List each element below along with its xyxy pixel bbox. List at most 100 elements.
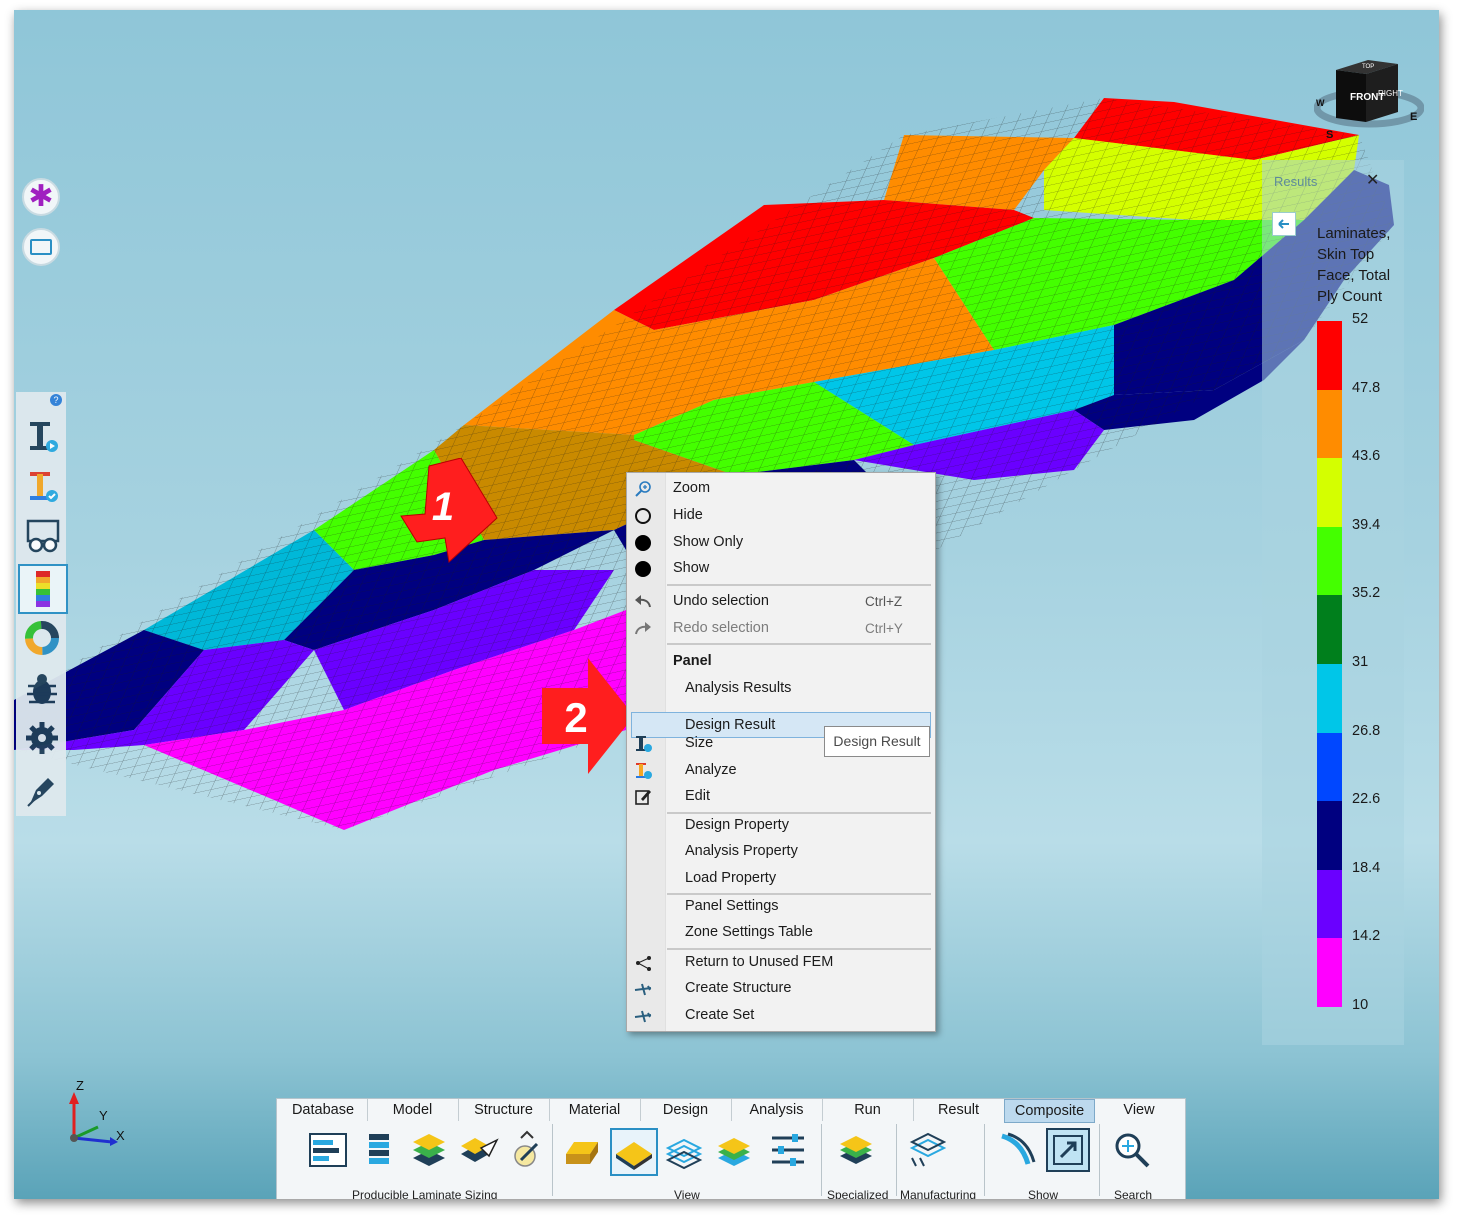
manufacturing-layers-icon[interactable] bbox=[904, 1128, 948, 1172]
legend-color-swatch bbox=[1317, 458, 1342, 527]
legend-color-swatch bbox=[1317, 595, 1342, 664]
menu-item-return-to-unused-fem[interactable]: Return to Unused FEM bbox=[627, 950, 935, 976]
analyze-tool-icon[interactable] bbox=[22, 466, 62, 506]
axis-y-label: Y bbox=[99, 1108, 108, 1123]
sliders-icon[interactable] bbox=[766, 1128, 810, 1172]
group-view: View bbox=[674, 1188, 700, 1199]
menu-item-undo-selection[interactable]: Undo selection Ctrl+Z bbox=[627, 589, 935, 615]
tab-analysis[interactable]: Analysis bbox=[731, 1099, 823, 1121]
settings-gear-icon[interactable] bbox=[22, 718, 62, 758]
group-producible-laminate-sizing: Producible Laminate Sizing bbox=[352, 1188, 498, 1199]
legend-title: Laminates, Skin Top Face, Total Ply Coun… bbox=[1317, 225, 1391, 305]
legend-color-swatch bbox=[1317, 526, 1342, 596]
layers-outline-icon[interactable] bbox=[662, 1128, 706, 1172]
menu-item-redo-selection[interactable]: Redo selection Ctrl+Y bbox=[627, 616, 935, 642]
tab-run[interactable]: Run bbox=[822, 1099, 914, 1121]
hide-circle-icon bbox=[633, 506, 653, 526]
layers-color-icon[interactable] bbox=[712, 1128, 756, 1172]
axis-triad bbox=[69, 1092, 118, 1146]
size-tool-icon bbox=[633, 734, 653, 754]
legend-level-label: 10 bbox=[1352, 997, 1369, 1013]
tab-model[interactable]: Model bbox=[367, 1099, 459, 1121]
menu-item-analysis-property[interactable]: Analysis Property bbox=[627, 839, 935, 865]
contour-legend-icon[interactable] bbox=[18, 564, 68, 614]
menu-item-load-property[interactable]: Load Property bbox=[627, 866, 935, 892]
layers-plane-icon[interactable] bbox=[457, 1128, 501, 1172]
menu-section-panel: Panel bbox=[673, 653, 712, 669]
ply-stack-icon[interactable] bbox=[357, 1128, 401, 1172]
size-tool-icon[interactable] bbox=[22, 416, 62, 456]
menu-item-hide[interactable]: Hide bbox=[627, 503, 935, 529]
legend-level-label: 22.6 bbox=[1352, 791, 1381, 808]
results-panel-title: Results bbox=[1274, 174, 1318, 189]
svg-text:1: 1 bbox=[432, 485, 454, 529]
view-cube[interactable]: FRONT RIGHT TOP S E W bbox=[1313, 52, 1425, 142]
group-show: Show bbox=[1028, 1188, 1059, 1199]
legend-level-label: 26.8 bbox=[1352, 722, 1381, 739]
axis-z-label: Z bbox=[76, 1078, 84, 1093]
legend-color-swatch bbox=[1317, 732, 1342, 802]
legend-level-label: 39.4 bbox=[1352, 516, 1381, 533]
menu-item-create-structure[interactable]: Create Structure bbox=[627, 976, 935, 1002]
menu-item-design-property[interactable]: Design Property bbox=[627, 813, 935, 839]
pen-edit-icon[interactable] bbox=[22, 770, 62, 810]
svg-text:E: E bbox=[1410, 111, 1417, 123]
menu-item-zoom[interactable]: Zoom bbox=[627, 476, 935, 502]
group-specialized: Specialized bbox=[827, 1188, 889, 1199]
menu-item-panel-settings[interactable]: Panel Settings bbox=[627, 894, 935, 920]
tab-structure[interactable]: Structure bbox=[458, 1099, 550, 1121]
redo-icon bbox=[633, 619, 653, 639]
help-icon[interactable]: ? bbox=[50, 394, 62, 406]
tab-design[interactable]: Design bbox=[640, 1099, 732, 1121]
menu-item-zone-settings-table[interactable]: Zone Settings Table bbox=[627, 920, 935, 946]
undo-icon bbox=[633, 592, 653, 612]
tab-material[interactable]: Material bbox=[549, 1099, 641, 1121]
legend-color-bar bbox=[1317, 321, 1342, 1007]
application-window: Z Y X 1 2 FRONT RIGHT TOP S E W ✱ ? Resu… bbox=[14, 10, 1439, 1199]
tab-view[interactable]: View bbox=[1095, 1099, 1183, 1121]
legend-color-swatch bbox=[1317, 389, 1342, 459]
select-all-asterisk-icon[interactable]: ✱ bbox=[22, 178, 60, 216]
reader-glasses-icon[interactable] bbox=[22, 516, 62, 556]
ply-curve-icon[interactable] bbox=[994, 1128, 1038, 1172]
legend-color-swatch bbox=[1317, 938, 1342, 1007]
callout-arrow-2: 2 bbox=[542, 658, 634, 774]
legend-color-swatch bbox=[1317, 801, 1342, 870]
left-toolbar: ? bbox=[16, 392, 68, 816]
menu-item-analyze[interactable]: Analyze bbox=[627, 758, 935, 784]
tab-result[interactable]: Result bbox=[913, 1099, 1005, 1121]
tab-database[interactable]: Database bbox=[279, 1099, 368, 1121]
show-expand-icon[interactable] bbox=[1046, 1128, 1090, 1172]
ply-drop-icon[interactable] bbox=[560, 1128, 604, 1172]
svg-text:TOP: TOP bbox=[1362, 64, 1374, 70]
group-manufacturing: Manufacturing bbox=[900, 1188, 977, 1199]
layers-sizing-icon[interactable] bbox=[407, 1128, 451, 1172]
analyze-tool-icon bbox=[633, 761, 653, 781]
menu-item-edit[interactable]: Edit bbox=[627, 784, 935, 810]
legend-level-label: 43.6 bbox=[1352, 448, 1381, 465]
show-dot-icon bbox=[633, 559, 653, 579]
specialized-layers-icon[interactable] bbox=[834, 1128, 878, 1172]
menu-item-create-set[interactable]: Create Set bbox=[627, 1003, 935, 1029]
menu-item-analysis-results[interactable]: Analysis Results bbox=[627, 676, 935, 702]
aircraft-icon bbox=[633, 979, 653, 999]
collapse-arrow-icon[interactable] bbox=[1272, 212, 1296, 236]
donut-chart-icon[interactable] bbox=[22, 618, 62, 658]
search-icon[interactable] bbox=[1110, 1128, 1154, 1172]
menu-item-show-only[interactable]: Show Only bbox=[627, 530, 935, 556]
expand-tool-icon[interactable] bbox=[505, 1128, 549, 1172]
svg-text:RIGHT: RIGHT bbox=[1378, 89, 1403, 98]
legend-level-label: 14.2 bbox=[1352, 928, 1381, 945]
laminate-table-icon[interactable] bbox=[306, 1128, 350, 1172]
bug-icon[interactable] bbox=[22, 670, 62, 710]
legend-level-label: 52 bbox=[1352, 311, 1369, 327]
group-search: Search bbox=[1114, 1188, 1153, 1199]
menu-item-show[interactable]: Show bbox=[627, 556, 935, 582]
close-icon[interactable]: ✕ bbox=[1366, 170, 1379, 190]
legend-level-label: 47.8 bbox=[1352, 379, 1381, 396]
legend-level-label: 18.4 bbox=[1352, 859, 1381, 876]
fem-nodes-icon bbox=[633, 953, 653, 973]
tab-composite[interactable]: Composite bbox=[1004, 1099, 1095, 1123]
selection-box-icon[interactable] bbox=[22, 228, 60, 266]
ply-surface-icon[interactable] bbox=[610, 1128, 658, 1176]
